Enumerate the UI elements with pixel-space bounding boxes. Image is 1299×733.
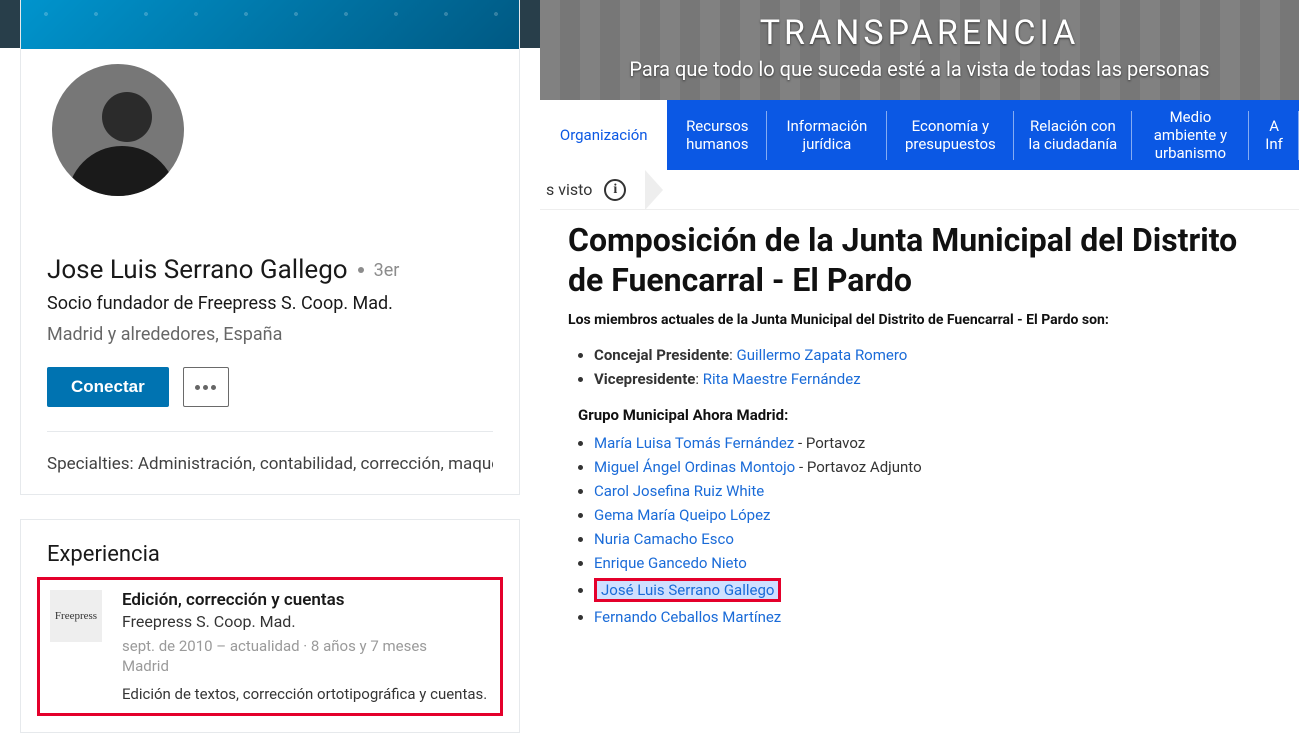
- hero-title: TRANSPARENCIA: [760, 13, 1080, 53]
- info-icon[interactable]: i: [604, 179, 626, 201]
- page-content: Composición de la Junta Municipal del Di…: [540, 220, 1299, 626]
- tab-recursos-humanos[interactable]: Recursos humanos: [667, 100, 767, 170]
- role-item: Concejal Presidente: Guillermo Zapata Ro…: [594, 346, 1271, 364]
- group-title: Grupo Municipal Ahora Madrid:: [578, 406, 1271, 424]
- experience-dates: sept. de 2010 – actualidad · 8 años y 7 …: [122, 637, 487, 655]
- avatar-head-icon: [102, 92, 152, 142]
- hero-banner: TRANSPARENCIA Para que todo lo que suced…: [540, 0, 1299, 100]
- experience-location: Madrid: [122, 657, 487, 675]
- list-item: Fernando Ceballos Martínez: [594, 608, 1271, 626]
- dot-icon: [203, 385, 208, 390]
- member-link[interactable]: María Luisa Tomás Fernández: [594, 434, 794, 452]
- tab-informacion-juridica[interactable]: Información jurídica: [767, 100, 887, 170]
- page-title: Composición de la Junta Municipal del Di…: [568, 220, 1271, 300]
- intro-text: Los miembros actuales de la Junta Munici…: [568, 312, 1271, 328]
- dot-icon: [211, 385, 216, 390]
- profile-location: Madrid y alrededores, España: [47, 324, 493, 345]
- tab-economia-presupuestos[interactable]: Economía y presupuestos: [887, 100, 1014, 170]
- dot-icon: [195, 385, 200, 390]
- breadcrumb: s visto i: [540, 170, 1299, 210]
- member-link[interactable]: Enrique Gancedo Nieto: [594, 554, 747, 572]
- list-item: Enrique Gancedo Nieto: [594, 554, 1271, 572]
- experience-description: Edición de textos, corrección ortotipogr…: [122, 685, 487, 703]
- member-link[interactable]: Miguel Ángel Ordinas Montojo: [594, 458, 795, 476]
- subnav: Organización Recursos humanos Informació…: [540, 100, 1299, 170]
- tab-organizacion[interactable]: Organización: [540, 100, 667, 170]
- specialties-text: Specialties: Administración, contabilida…: [47, 454, 493, 474]
- avatar[interactable]: [48, 60, 188, 200]
- role-label: Concejal Presidente: [594, 346, 729, 364]
- experience-item[interactable]: Freepress Edición, corrección y cuentas …: [37, 577, 503, 716]
- role-list: Concejal Presidente: Guillermo Zapata Ro…: [568, 346, 1271, 388]
- role-link[interactable]: Guillermo Zapata Romero: [737, 346, 908, 364]
- role-label: Vicepresidente: [594, 370, 695, 388]
- list-item: José Luis Serrano Gallego: [594, 578, 1271, 602]
- role-link[interactable]: Rita Maestre Fernández: [703, 370, 861, 388]
- experience-heading: Experiencia: [47, 542, 493, 567]
- hero-subtitle: Para que todo lo que suceda esté a la vi…: [629, 57, 1209, 81]
- list-item: Carol Josefina Ruiz White: [594, 482, 1271, 500]
- role-item: Vicepresidente: Rita Maestre Fernández: [594, 370, 1271, 388]
- profile-banner: [21, 0, 519, 49]
- more-button[interactable]: [183, 367, 229, 407]
- list-item: Gema María Queipo López: [594, 506, 1271, 524]
- list-item: Nuria Camacho Esco: [594, 530, 1271, 548]
- experience-company: Freepress S. Coop. Mad.: [122, 612, 487, 631]
- madrid-panel: TRANSPARENCIA Para que todo lo que suced…: [540, 0, 1299, 681]
- connection-degree: 3er: [374, 260, 400, 281]
- list-item: Miguel Ángel Ordinas Montojo - Portavoz …: [594, 458, 1271, 476]
- profile-name: Jose Luis Serrano Gallego: [47, 255, 348, 285]
- connect-button[interactable]: Conectar: [47, 367, 169, 407]
- member-link[interactable]: Gema María Queipo López: [594, 506, 770, 524]
- profile-card: Jose Luis Serrano Gallego 3er Socio fund…: [20, 0, 520, 495]
- company-logo: Freepress: [50, 590, 102, 642]
- profile-headline: Socio fundador de Freepress S. Coop. Mad…: [47, 293, 493, 314]
- name-line: Jose Luis Serrano Gallego 3er: [47, 255, 493, 285]
- list-item: María Luisa Tomás Fernández - Portavoz: [594, 434, 1271, 452]
- member-suffix: - Portavoz: [794, 434, 865, 452]
- member-list: María Luisa Tomás Fernández - Portavoz M…: [568, 434, 1271, 626]
- breadcrumb-current: s visto: [546, 180, 592, 199]
- member-link[interactable]: José Luis Serrano Gallego: [601, 581, 774, 599]
- experience-role: Edición, corrección y cuentas: [122, 590, 487, 610]
- member-link[interactable]: Fernando Ceballos Martínez: [594, 608, 781, 626]
- tab-medio-ambiente-urbanismo[interactable]: Medio ambiente y urbanismo: [1132, 100, 1250, 170]
- avatar-body-icon: [67, 146, 177, 200]
- member-link[interactable]: Carol Josefina Ruiz White: [594, 482, 764, 500]
- dot-icon: [358, 267, 364, 273]
- tab-more[interactable]: A Inf: [1249, 100, 1299, 170]
- member-link[interactable]: Nuria Camacho Esco: [594, 530, 734, 548]
- tab-relacion-ciudadania[interactable]: Relación con la ciudadanía: [1014, 100, 1132, 170]
- highlighted-member: José Luis Serrano Gallego: [594, 578, 781, 602]
- linkedin-panel: in ⌂ Inicio Jose Luis Serrano Gallego 3e…: [0, 0, 540, 681]
- experience-card: Experiencia Freepress Edición, correcció…: [20, 519, 520, 733]
- member-suffix: - Portavoz Adjunto: [795, 458, 921, 476]
